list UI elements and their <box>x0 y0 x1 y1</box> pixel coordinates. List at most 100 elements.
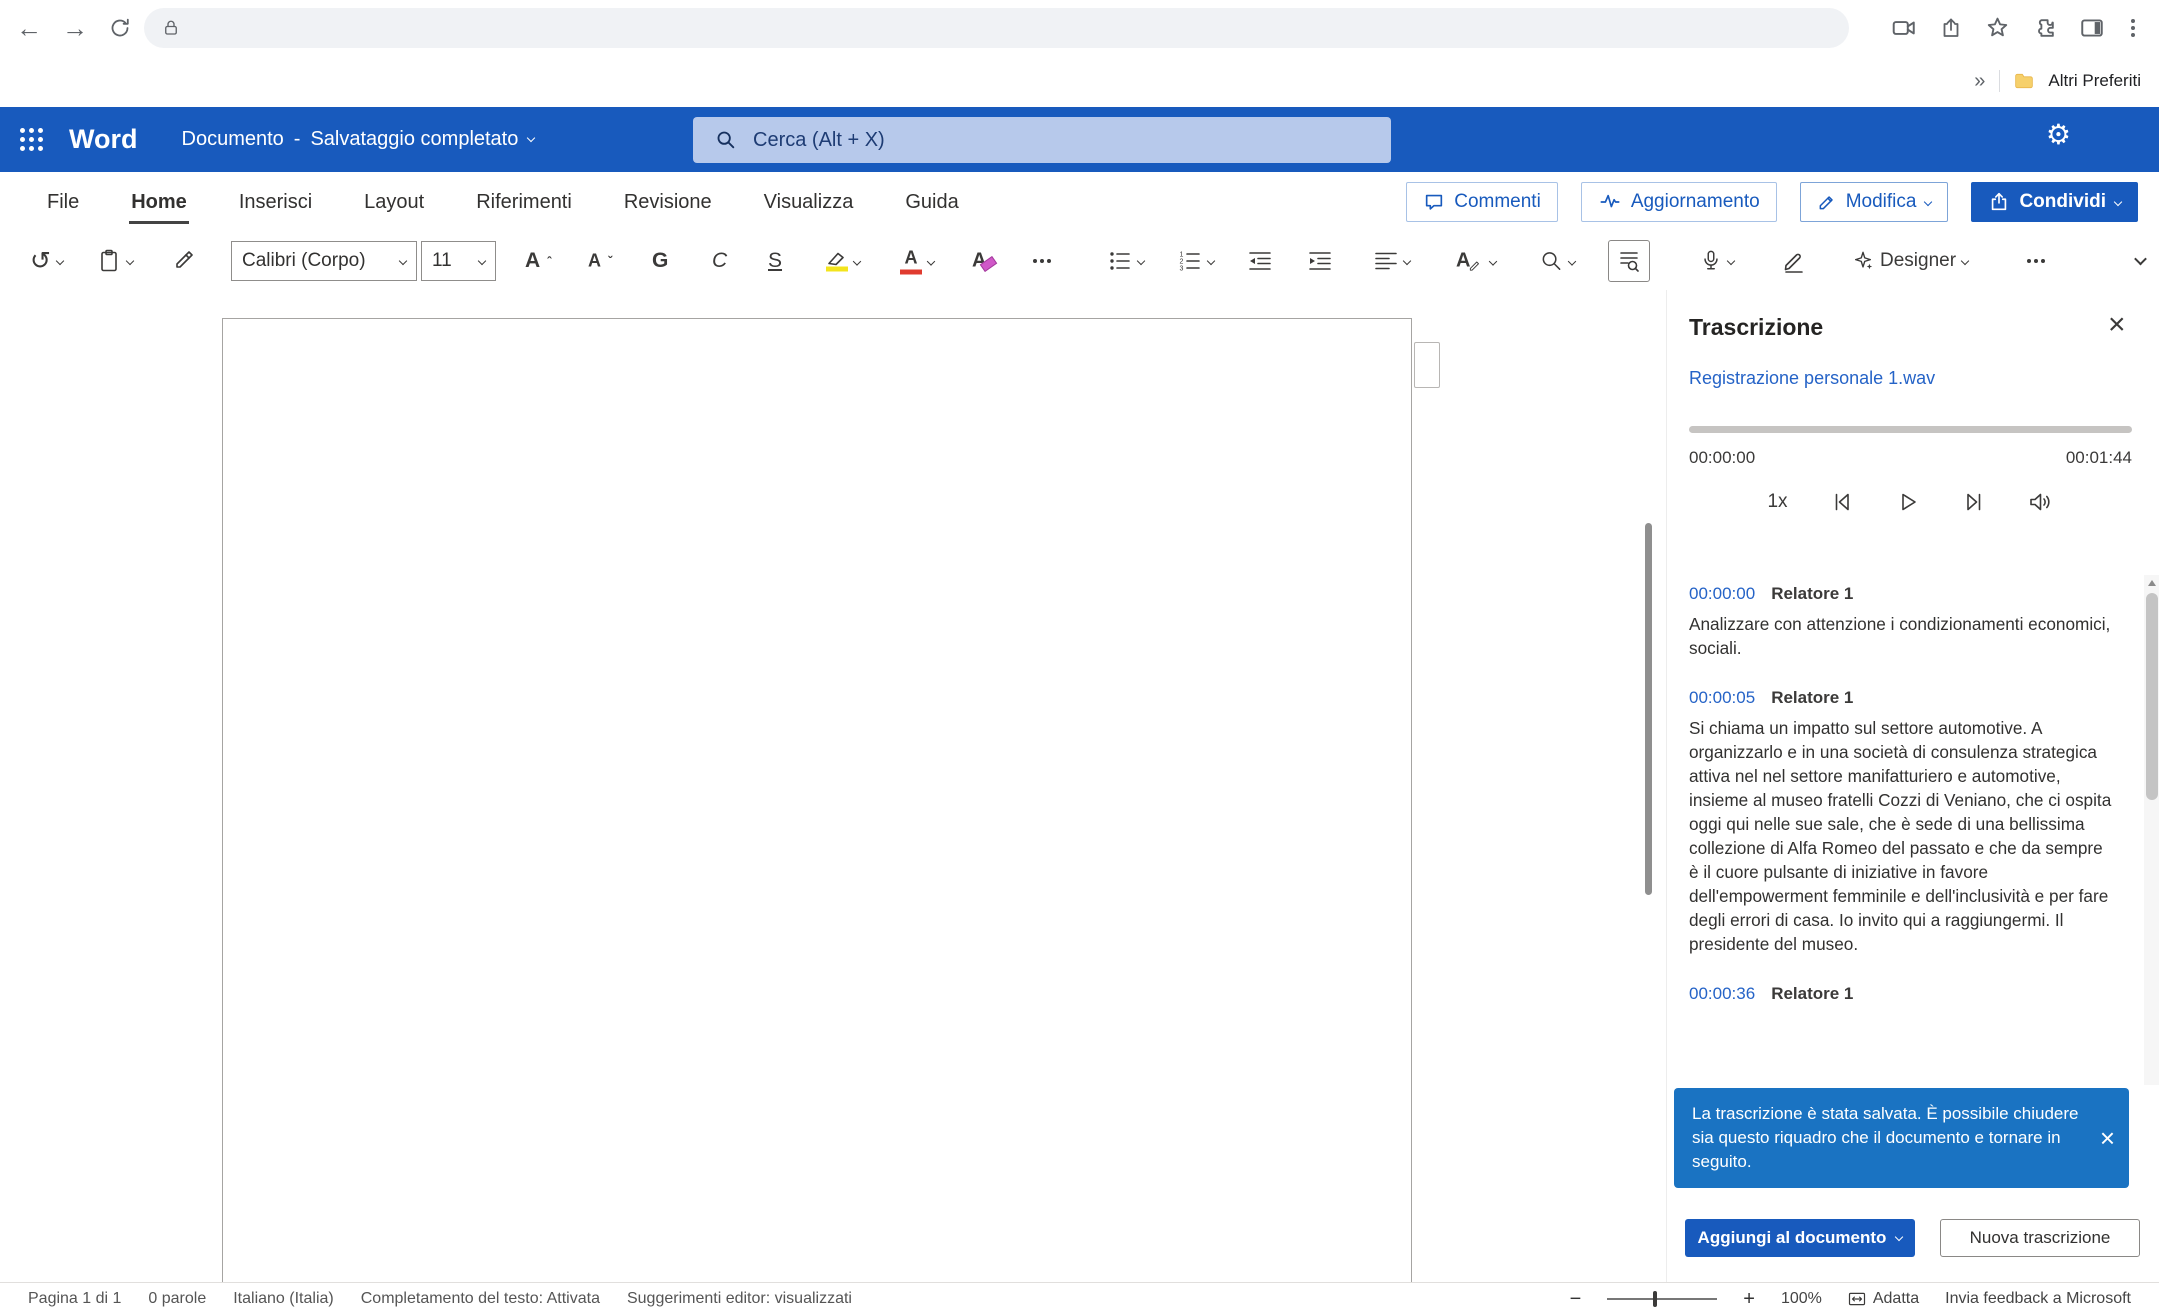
collapsed-comment-card[interactable] <box>1414 342 1440 388</box>
more-font-options-button[interactable] <box>1040 259 1044 263</box>
app-name[interactable]: Word <box>69 124 138 155</box>
forward-icon[interactable]: → <box>62 15 88 41</box>
undo-button[interactable]: ↺ <box>30 246 63 276</box>
tab-inserisci[interactable]: Inserisci <box>239 172 312 232</box>
tab-revisione[interactable]: Revisione <box>624 172 712 232</box>
new-transcription-button[interactable]: Nuova trascrizione <box>1940 1219 2140 1257</box>
shrink-font-button[interactable]: Aˇ <box>588 251 612 272</box>
updates-button[interactable]: Aggiornamento <box>1581 182 1777 222</box>
entry-timestamp[interactable]: 00:00:05 <box>1689 688 1755 708</box>
document-title-group[interactable]: Documento - Salvataggio completato <box>182 128 535 151</box>
address-bar[interactable] <box>144 8 1849 48</box>
add-to-document-button[interactable]: Aggiungi al documento <box>1685 1219 1915 1257</box>
font-size-select[interactable]: 11 <box>421 241 496 281</box>
alignment-button[interactable] <box>1374 249 1410 273</box>
increase-indent-button[interactable] <box>1308 249 1332 273</box>
editor-suggestions-status[interactable]: Suggerimenti editor: visualizzati <box>627 1290 852 1308</box>
dictate-button[interactable] <box>1700 248 1734 274</box>
fit-to-width-button[interactable]: Adatta <box>1848 1290 1919 1308</box>
video-call-icon[interactable] <box>1891 15 1917 41</box>
play-button[interactable] <box>1896 490 1920 514</box>
app-launcher-icon[interactable] <box>20 128 43 151</box>
skip-back-button[interactable] <box>1830 490 1854 514</box>
pane-scrollbar-thumb[interactable] <box>2146 593 2158 800</box>
bookmarks-folder-label[interactable]: Altri Preferiti <box>2048 71 2141 91</box>
search-box[interactable] <box>693 117 1391 163</box>
font-color-button[interactable]: A <box>900 248 934 275</box>
underline-button[interactable]: S <box>768 249 782 273</box>
share-icon[interactable] <box>1939 16 1963 40</box>
scroll-up-arrow-icon[interactable] <box>2148 580 2156 586</box>
italic-button[interactable]: C <box>712 249 727 273</box>
zoom-out-button[interactable]: − <box>1570 1288 1582 1311</box>
entry-speaker: Relatore 1 <box>1771 984 1853 1004</box>
font-name-select[interactable]: Calibri (Corpo) <box>231 241 417 281</box>
toast-close-icon[interactable]: × <box>2100 1125 2115 1151</box>
paste-button[interactable] <box>97 248 133 274</box>
entry-timestamp[interactable]: 00:00:00 <box>1689 584 1755 604</box>
bullets-button[interactable] <box>1108 249 1144 273</box>
audio-file-link[interactable]: Registrazione personale 1.wav <box>1689 368 1935 389</box>
tab-file[interactable]: File <box>47 172 79 232</box>
document-preview-button[interactable] <box>1608 240 1650 282</box>
more-ribbon-button[interactable] <box>2034 259 2038 263</box>
highlight-button[interactable] <box>826 251 860 272</box>
document-scrollbar-thumb[interactable] <box>1645 523 1652 895</box>
bold-button[interactable]: G <box>652 249 668 273</box>
entry-text[interactable]: Analizzare con attenzione i condizioname… <box>1689 612 2115 660</box>
editing-mode-button[interactable]: Modifica <box>1800 182 1949 222</box>
pane-scrollbar[interactable] <box>2144 575 2159 1085</box>
share-button[interactable]: Condividi <box>1971 182 2138 222</box>
editor-button[interactable] <box>1782 249 1806 273</box>
tab-home[interactable]: Home <box>131 172 187 232</box>
clear-formatting-button[interactable]: A <box>972 250 986 273</box>
styles-button[interactable]: A <box>1456 250 1496 273</box>
editor-pen-icon <box>1782 249 1806 273</box>
zoom-in-button[interactable]: + <box>1743 1288 1755 1311</box>
save-status[interactable]: Salvataggio completato <box>310 128 518 151</box>
word-count[interactable]: 0 parole <box>148 1290 206 1308</box>
page-count[interactable]: Pagina 1 di 1 <box>28 1290 121 1308</box>
feedback-link[interactable]: Invia feedback a Microsoft <box>1945 1290 2131 1308</box>
zoom-slider-thumb[interactable] <box>1653 1291 1657 1307</box>
text-completion-status[interactable]: Completamento del testo: Attivata <box>361 1290 600 1308</box>
find-button[interactable] <box>1540 250 1575 273</box>
skip-forward-button[interactable] <box>1962 490 1986 514</box>
playback-speed-button[interactable]: 1x <box>1767 491 1787 513</box>
extensions-icon[interactable] <box>2032 15 2057 40</box>
decrease-indent-button[interactable] <box>1248 249 1272 273</box>
reload-icon[interactable] <box>108 16 132 40</box>
audio-progress-bar[interactable] <box>1689 426 2132 433</box>
zoom-level[interactable]: 100% <box>1781 1290 1822 1308</box>
settings-gear-icon[interactable]: ⚙ <box>2046 121 2071 149</box>
transcript-entry[interactable]: 00:00:36 Relatore 1 <box>1689 984 2115 1004</box>
document-page[interactable] <box>222 318 1412 1282</box>
fit-icon <box>1848 1291 1866 1307</box>
pane-close-icon[interactable]: × <box>2108 310 2126 340</box>
language-indicator[interactable]: Italiano (Italia) <box>233 1290 334 1308</box>
entry-text[interactable]: Si chiama un impatto sul settore automot… <box>1689 716 2115 956</box>
entry-timestamp[interactable]: 00:00:36 <box>1689 984 1755 1004</box>
bookmark-star-icon[interactable] <box>1985 15 2010 40</box>
format-painter-button[interactable] <box>172 249 196 273</box>
volume-button[interactable] <box>2028 490 2054 514</box>
comments-button[interactable]: Commenti <box>1406 182 1558 222</box>
designer-button[interactable]: Designer <box>1852 250 1968 272</box>
document-name[interactable]: Documento <box>182 128 284 151</box>
transcript-entry[interactable]: 00:00:00 Relatore 1 Analizzare con atten… <box>1689 584 2115 660</box>
tab-layout[interactable]: Layout <box>364 172 424 232</box>
grow-font-button[interactable]: Aˆ <box>525 249 552 273</box>
browser-menu-icon[interactable] <box>2131 26 2135 30</box>
tab-riferimenti[interactable]: Riferimenti <box>476 172 572 232</box>
tab-visualizza[interactable]: Visualizza <box>764 172 854 232</box>
search-input[interactable] <box>751 128 1255 153</box>
document-area[interactable] <box>0 290 1666 1282</box>
side-panel-icon[interactable] <box>2079 15 2105 41</box>
zoom-slider[interactable] <box>1607 1298 1717 1300</box>
numbering-button[interactable]: 123 <box>1178 249 1214 273</box>
tab-guida[interactable]: Guida <box>905 172 958 232</box>
transcript-entry[interactable]: 00:00:05 Relatore 1 Si chiama un impatto… <box>1689 688 2115 956</box>
collapse-ribbon-button[interactable] <box>2136 259 2145 264</box>
bookmarks-overflow-icon[interactable]: » <box>1974 70 1985 93</box>
back-icon[interactable]: ← <box>16 15 42 41</box>
